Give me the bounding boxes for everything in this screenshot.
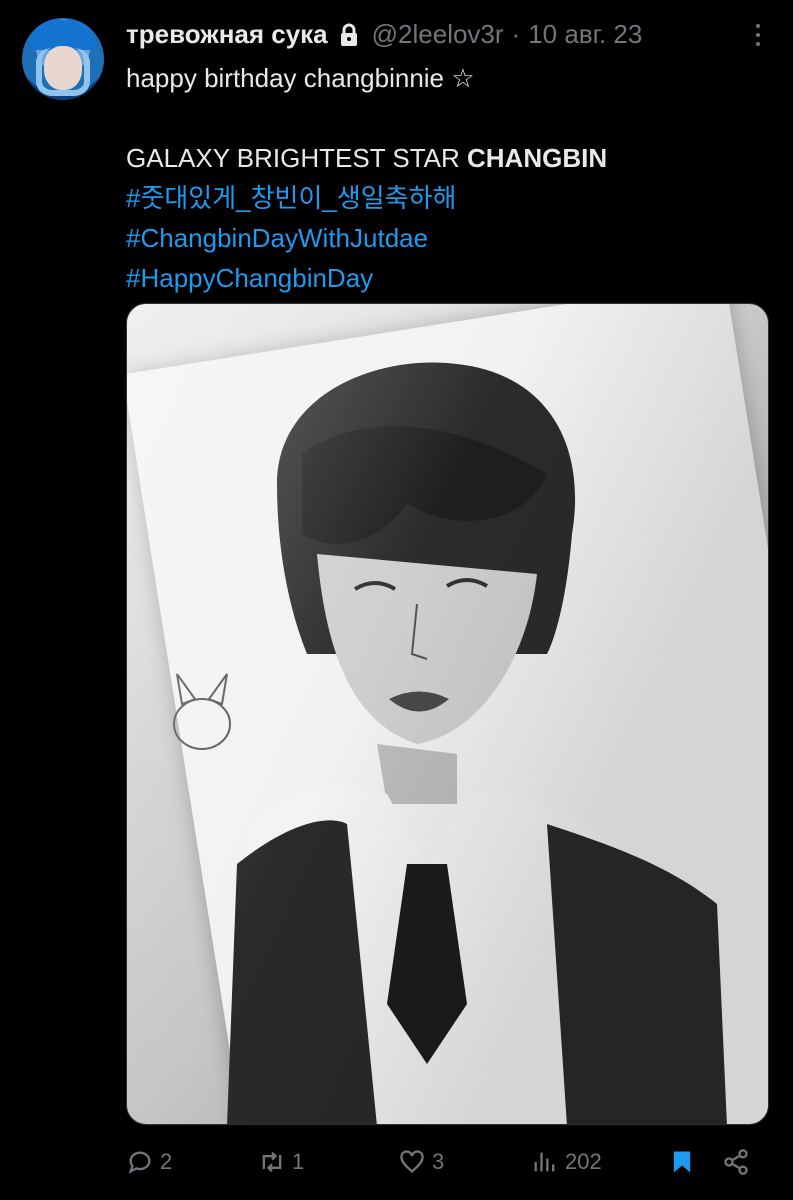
- analytics-icon: [534, 1152, 555, 1172]
- hashtag-link[interactable]: #줏대있게_창빈이_생일축하해: [126, 178, 766, 218]
- reply-button[interactable]: 2: [126, 1142, 172, 1182]
- more-options-icon[interactable]: [745, 22, 771, 48]
- views-button[interactable]: 202: [531, 1142, 602, 1182]
- avatar[interactable]: [22, 18, 104, 100]
- tweet-text-blank-line: [126, 98, 766, 138]
- lock-icon: [338, 23, 360, 47]
- reply-icon: [128, 1151, 151, 1174]
- tweet-text-line: GALAXY BRIGHTEST STAR CHANGBIN: [126, 138, 766, 178]
- hashtag-link[interactable]: #HappyChangbinDay: [126, 258, 766, 298]
- share-icon: [724, 1149, 748, 1175]
- bookmark-icon: [673, 1151, 691, 1173]
- like-button[interactable]: 3: [398, 1142, 444, 1182]
- retweet-icon: [262, 1151, 282, 1173]
- tweet-date[interactable]: 10 авг. 23: [528, 19, 642, 50]
- tweet-header: тревожная сука @2leelov3r · 10 авг. 23: [126, 16, 753, 52]
- tweet-text-segment: GALAXY BRIGHTEST STAR: [126, 143, 467, 173]
- retweet-count: 1: [292, 1149, 305, 1174]
- bookmark-button[interactable]: [668, 1142, 702, 1182]
- hashtag-link[interactable]: #ChangbinDayWithJutdae: [126, 218, 766, 258]
- author-handle[interactable]: @2leelov3r: [372, 19, 504, 50]
- tweet-text-bold: CHANGBIN: [466, 143, 608, 173]
- avatar-face: [44, 46, 82, 90]
- tweet-image[interactable]: [126, 303, 769, 1125]
- tweet-text-line: happy birthday changbinnie ☆: [126, 63, 475, 93]
- tweet-text: happy birthday changbinnie ☆ GALAXY BRIG…: [126, 58, 766, 298]
- reply-count: 2: [160, 1149, 173, 1174]
- views-count: 202: [565, 1149, 602, 1174]
- author-name[interactable]: тревожная сука: [126, 19, 328, 50]
- light-shadow-overlay: [127, 304, 768, 1124]
- like-count: 3: [432, 1149, 445, 1174]
- tweet-actions: 2 1 3 202: [126, 1142, 766, 1182]
- share-button[interactable]: [722, 1142, 756, 1182]
- retweet-button[interactable]: 1: [258, 1142, 304, 1182]
- heart-icon: [400, 1150, 424, 1173]
- separator-dot: ·: [511, 18, 521, 49]
